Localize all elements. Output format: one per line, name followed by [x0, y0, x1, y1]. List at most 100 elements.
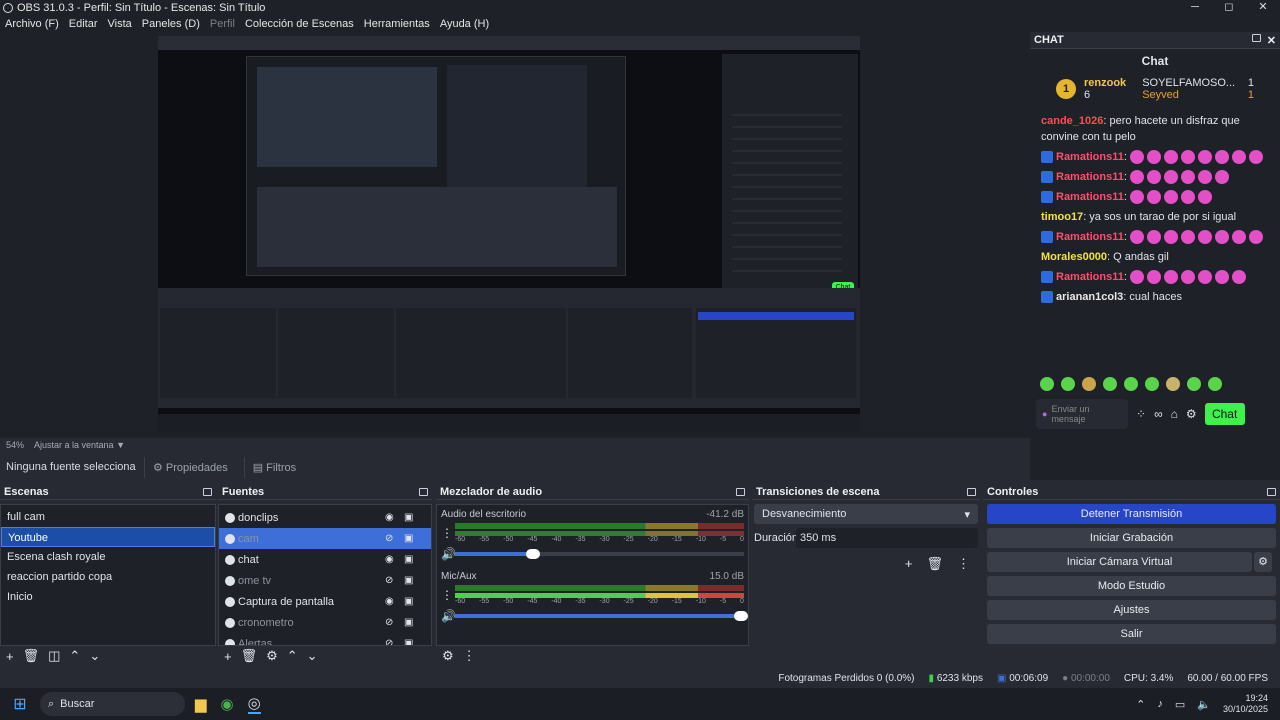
add-scene-button[interactable]: + [6, 649, 14, 664]
virtual-cam-settings-icon[interactable]: ⚙ [1254, 552, 1272, 572]
tray-chevron-icon[interactable]: ⌃ [1136, 698, 1145, 711]
properties-button[interactable]: ⚙ Propiedades [144, 456, 236, 478]
network-icon[interactable]: ▭ [1175, 698, 1185, 711]
obs-taskbar-icon[interactable]: ◎ [247, 694, 261, 714]
undock-icon[interactable] [736, 487, 745, 496]
infinity-icon[interactable]: ∞ [1154, 407, 1163, 421]
menu-help[interactable]: Ayuda (H) [435, 18, 494, 30]
volume-slider[interactable] [455, 549, 744, 559]
chat-username[interactable]: Morales0000 [1041, 251, 1107, 263]
visibility-icon[interactable]: ⊘ [385, 617, 393, 628]
visibility-icon[interactable]: ⊘ [385, 638, 393, 645]
chrome-icon[interactable]: ◉ [221, 695, 234, 713]
lock-icon[interactable]: ▣ [404, 617, 413, 628]
scene-item[interactable]: full cam [1, 507, 215, 527]
menu-docks[interactable]: Paneles (D) [137, 18, 205, 30]
visibility-icon[interactable]: ⊘ [385, 575, 393, 586]
chat-username[interactable]: Ramations11 [1056, 151, 1124, 163]
add-transition-button[interactable]: + [905, 556, 913, 572]
menu-scene-collection[interactable]: Colección de Escenas [240, 18, 359, 30]
source-item[interactable]: cronometro ⊘ ▣ [219, 612, 431, 633]
source-item[interactable]: cam ⊘ ▣ [219, 528, 431, 549]
add-source-button[interactable]: + [224, 649, 232, 664]
source-properties-button[interactable]: ⚙ [266, 648, 278, 664]
remove-scene-button[interactable]: 🗑 [23, 648, 40, 664]
lock-icon[interactable]: ▣ [404, 512, 413, 523]
control-button[interactable]: Iniciar Cámara Virtual ⚙ [987, 552, 1272, 572]
preview-canvas[interactable]: Chat [158, 36, 860, 432]
chat-username[interactable]: arianan1col3 [1056, 291, 1123, 303]
speaker-icon[interactable]: 🔊 [441, 609, 456, 623]
undock-icon[interactable] [1267, 487, 1276, 496]
chat-username[interactable]: Ramations11 [1056, 171, 1124, 183]
taskbar-search[interactable]: ⌕ Buscar [40, 692, 185, 716]
volume-handle[interactable] [526, 549, 541, 559]
menu-tools[interactable]: Herramientas [359, 18, 435, 30]
remove-source-button[interactable]: 🗑 [241, 648, 258, 664]
windows-start-icon[interactable]: ⊞ [0, 694, 40, 714]
speaker-icon[interactable]: 🔊 [441, 547, 456, 561]
volume-icon[interactable]: 🔈 [1197, 698, 1211, 711]
advanced-audio-button[interactable]: ⚙ [442, 648, 454, 664]
control-button[interactable]: Salir [987, 624, 1276, 644]
close-icon[interactable]: ✕ [1267, 34, 1276, 47]
maximize-button[interactable]: ◻ [1212, 0, 1246, 15]
menu-edit[interactable]: Editar [64, 18, 103, 30]
chat-username[interactable]: Ramations11 [1056, 231, 1124, 243]
chat-send-button[interactable]: Chat [1204, 403, 1245, 425]
scene-item[interactable]: Escena clash royale [1, 547, 215, 567]
scene-item[interactable]: Youtube [1, 527, 215, 547]
visibility-icon[interactable]: ◉ [385, 512, 394, 523]
move-down-button[interactable]: ⌄ [89, 648, 100, 664]
lock-icon[interactable]: ▣ [404, 575, 413, 586]
chat-username[interactable]: Ramations11 [1056, 271, 1124, 283]
source-item[interactable]: ome tv ⊘ ▣ [219, 570, 431, 591]
undock-icon[interactable] [203, 487, 212, 496]
control-button[interactable]: Detener Transmisión [987, 504, 1276, 524]
undock-icon[interactable] [419, 487, 428, 496]
source-item[interactable]: chat ◉ ▣ [219, 549, 431, 570]
move-up-button[interactable]: ⌃ [69, 648, 80, 664]
channel-menu-icon[interactable]: ⋮ [441, 588, 455, 602]
control-button[interactable]: Ajustes [987, 600, 1276, 620]
move-down-button[interactable]: ⌄ [307, 648, 318, 664]
clock-time[interactable]: 19:24 [1223, 693, 1268, 704]
close-button[interactable]: ✕ [1246, 0, 1280, 15]
scene-item[interactable]: reaccion partido copa [1, 567, 215, 587]
fit-window-dropdown[interactable]: Ajustar a la ventana ▼ [34, 440, 125, 450]
volume-handle[interactable] [734, 611, 749, 621]
control-button[interactable]: Modo Estudio [987, 576, 1276, 596]
clock-date[interactable]: 30/10/2025 [1223, 704, 1268, 715]
lock-icon[interactable]: ▣ [404, 554, 413, 565]
menu-profile[interactable]: Perfil [205, 18, 240, 30]
mixer-menu-button[interactable]: ⋮ [463, 648, 476, 664]
chat-username[interactable]: timoo17 [1041, 211, 1083, 223]
store-icon[interactable]: ⌂ [1171, 407, 1178, 421]
undock-icon[interactable] [967, 487, 976, 496]
source-item[interactable]: donclips ◉ ▣ [219, 507, 431, 528]
transition-select[interactable]: Desvanecimiento ▾ [754, 504, 978, 524]
menu-file[interactable]: Archivo (F) [0, 18, 64, 30]
scene-item[interactable]: Inicio [1, 587, 215, 607]
move-up-button[interactable]: ⌃ [287, 648, 298, 664]
extensions-icon[interactable]: ⁘ [1136, 407, 1146, 421]
scene-filters-button[interactable]: ◫ [48, 648, 60, 664]
transition-menu-button[interactable]: ⋮ [957, 556, 970, 572]
visibility-icon[interactable]: ◉ [385, 596, 394, 607]
chat-input[interactable]: ● Enviar un mensaje [1036, 399, 1128, 429]
volume-slider[interactable] [455, 611, 749, 621]
settings-icon[interactable]: ⚙ [1186, 407, 1197, 421]
remove-transition-button[interactable]: 🗑 [926, 556, 943, 572]
lock-icon[interactable]: ▣ [404, 533, 413, 544]
visibility-icon[interactable]: ⊘ [385, 533, 393, 544]
menu-view[interactable]: Vista [103, 18, 137, 30]
duration-input[interactable]: 350 ms [796, 528, 978, 548]
control-button[interactable]: Iniciar Grabación [987, 528, 1276, 548]
mic-tray-icon[interactable]: ♪ [1157, 698, 1163, 710]
lock-icon[interactable]: ▣ [404, 596, 413, 607]
chat-username[interactable]: Ramations11 [1056, 191, 1124, 203]
source-item[interactable]: Alertas ⊘ ▣ [219, 633, 431, 645]
minimize-button[interactable]: ─ [1178, 0, 1212, 15]
visibility-icon[interactable]: ◉ [385, 554, 394, 565]
file-explorer-icon[interactable]: ▆ [195, 695, 207, 713]
